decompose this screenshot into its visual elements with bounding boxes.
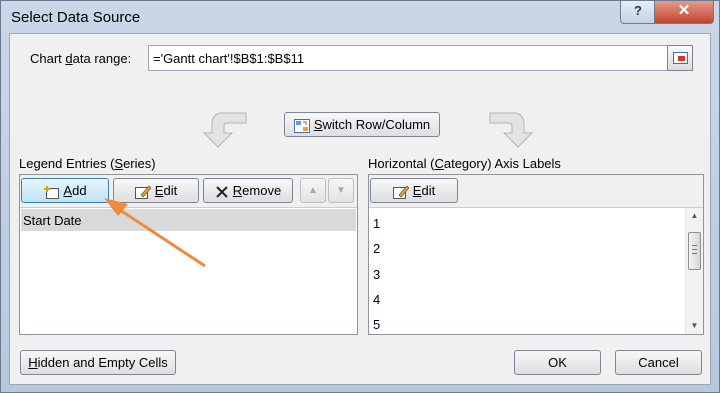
annotation-arrow-icon (104, 198, 206, 268)
